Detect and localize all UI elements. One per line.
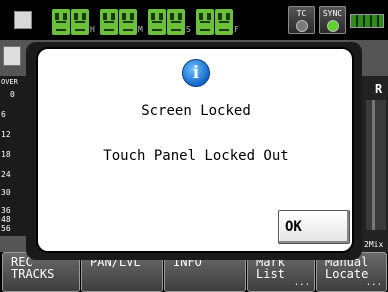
sync-led-icon	[326, 20, 339, 32]
stop-square-icon[interactable]	[14, 11, 32, 29]
counter-digit	[119, 9, 137, 35]
meter-tick: 18	[1, 150, 11, 159]
level-meter-bars	[366, 100, 386, 230]
meter-tick: 12	[1, 130, 11, 139]
right-meter-panel: R 2Mix	[360, 76, 388, 252]
timecode-counter: H M S F	[52, 5, 244, 35]
ok-button[interactable]: OK	[278, 210, 350, 244]
mix-label: 2Mix	[364, 240, 384, 249]
counter-digit	[167, 9, 185, 35]
screen-locked-dialog: i Screen Locked Touch Panel Locked Out O…	[36, 47, 354, 253]
more-ellipsis-icon: ...	[293, 278, 310, 288]
meter-tick: 30	[1, 188, 11, 197]
tc-button[interactable]: TC	[288, 6, 315, 34]
button-label-line: TRACKS	[11, 267, 55, 281]
meter-over-label: OVER	[1, 78, 18, 86]
counter-unit-minutes: M	[138, 25, 143, 34]
tc-label: TC	[296, 9, 307, 18]
meter-tick: 6	[1, 110, 6, 119]
tc-led-icon	[295, 20, 308, 32]
counter-digit	[196, 9, 214, 35]
counter-unit-seconds: S	[186, 25, 191, 34]
meter-tick: 36	[1, 206, 11, 215]
counter-digit	[100, 9, 118, 35]
meter-tick: 48	[1, 215, 11, 224]
meter-tick: 0	[10, 90, 15, 99]
dialog-message: Touch Panel Locked Out	[103, 148, 289, 164]
counter-unit-hours: H	[90, 25, 95, 34]
counter-digit	[71, 9, 89, 35]
battery-icon	[350, 14, 384, 28]
counter-digit	[148, 9, 166, 35]
right-channel-label: R	[375, 82, 383, 96]
more-ellipsis-icon: ...	[365, 278, 382, 288]
meter-tick: 56	[1, 224, 11, 233]
dialog-title: Screen Locked	[141, 103, 251, 119]
counter-unit-frames: F	[234, 25, 239, 34]
meter-tick: 24	[1, 170, 11, 179]
info-icon: i	[182, 59, 210, 87]
copy-pages-icon[interactable]	[3, 46, 21, 66]
sync-button[interactable]: SYNC	[319, 6, 346, 34]
counter-digit	[52, 9, 70, 35]
top-status-bar: H M S F TC SYNC	[0, 0, 388, 40]
sync-label: SYNC	[322, 9, 343, 18]
counter-digit	[215, 9, 233, 35]
